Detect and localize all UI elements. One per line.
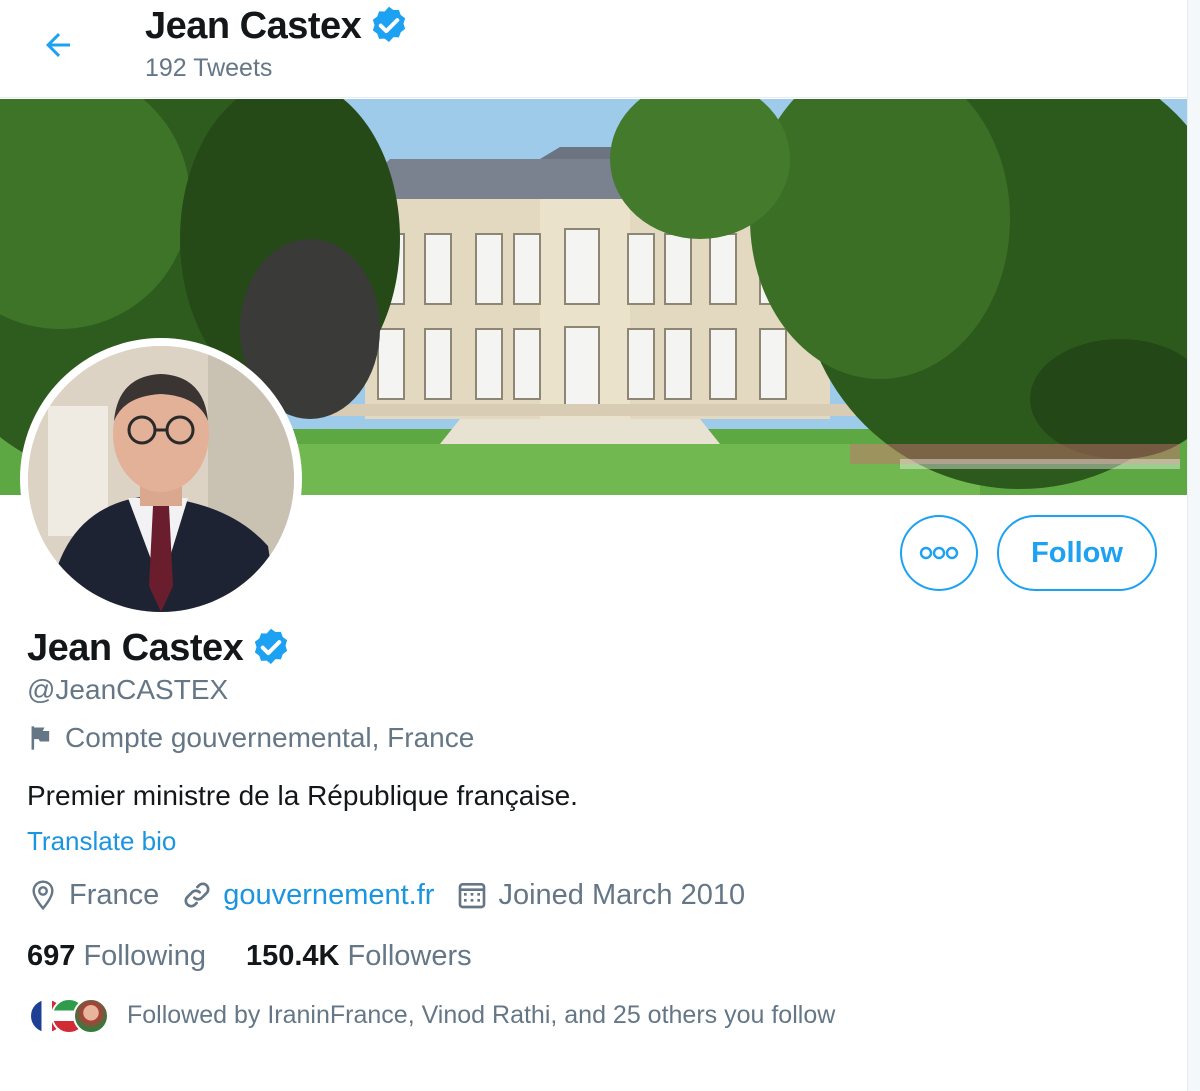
government-account-label: Compte gouvernemental, France bbox=[27, 722, 474, 754]
followers-stat[interactable]: 150.4K Followers bbox=[246, 940, 472, 973]
follow-stats: 697 Following 150.4K Followers bbox=[27, 940, 512, 973]
verified-badge-icon bbox=[373, 6, 406, 42]
followers-label: Followers bbox=[347, 940, 472, 972]
joined-item: Joined March 2010 bbox=[456, 879, 745, 912]
profile-header-bar: Jean Castex 192 Tweets bbox=[0, 0, 1187, 98]
location-pin-icon bbox=[32, 880, 54, 911]
flag-icon bbox=[31, 726, 50, 750]
profile-name: Jean Castex bbox=[27, 626, 293, 670]
profile-display-name: Jean Castex bbox=[27, 626, 244, 669]
follower-avatar bbox=[73, 998, 109, 1034]
location-text: France bbox=[69, 878, 160, 911]
followed-by-avatars bbox=[27, 996, 117, 1034]
translate-bio-link[interactable]: Translate bio bbox=[27, 826, 176, 857]
followers-count: 150.4K bbox=[245, 940, 340, 972]
avatar-image bbox=[28, 346, 294, 612]
link-icon bbox=[184, 882, 210, 908]
avatar-photo bbox=[28, 346, 294, 612]
profile-handle: @JeanCASTEX bbox=[27, 674, 229, 705]
profile-bio: Premier ministre de la République frança… bbox=[27, 780, 578, 811]
back-arrow-icon bbox=[46, 33, 70, 57]
more-options-icon bbox=[919, 546, 959, 560]
scrollbar-track[interactable] bbox=[1187, 0, 1200, 1091]
tweet-count: 192 Tweets bbox=[145, 54, 273, 82]
back-button[interactable] bbox=[30, 20, 86, 70]
website-link[interactable]: gouvernement.fr bbox=[223, 879, 434, 912]
website-item: gouvernement.fr bbox=[181, 879, 434, 912]
calendar-icon bbox=[459, 883, 486, 909]
profile-meta: France gouvernement.fr Joined March 2010 bbox=[27, 878, 767, 912]
following-stat[interactable]: 697 Following bbox=[27, 940, 206, 973]
header-name: Jean Castex bbox=[145, 4, 362, 47]
location-item: France bbox=[27, 878, 159, 912]
joined-date: Joined March 2010 bbox=[498, 878, 746, 911]
profile-avatar[interactable] bbox=[20, 338, 302, 620]
following-count: 697 bbox=[27, 940, 76, 972]
government-label-text: Compte gouvernemental, France bbox=[65, 722, 475, 753]
followed-by-row[interactable]: Followed by IraninFrance, Vinod Rathi, a… bbox=[27, 996, 835, 1034]
verified-badge-icon bbox=[255, 628, 288, 664]
header-title: Jean Castex bbox=[145, 4, 411, 48]
following-label: Following bbox=[83, 940, 206, 972]
follow-button[interactable]: Follow bbox=[997, 515, 1157, 591]
more-options-button[interactable] bbox=[900, 515, 978, 591]
followed-by-text: Followed by IraninFrance, Vinod Rathi, a… bbox=[127, 1000, 836, 1029]
